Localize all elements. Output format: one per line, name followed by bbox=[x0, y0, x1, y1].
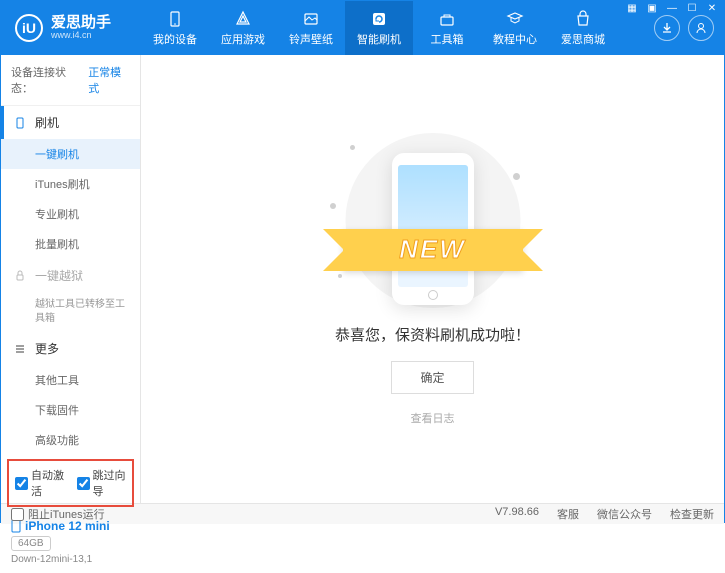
sidebar-item-advanced[interactable]: 高级功能 bbox=[1, 425, 140, 455]
refresh-icon bbox=[370, 10, 388, 28]
device-meta: Down-12mini-13,1 bbox=[11, 554, 130, 565]
sidebar-item-batch-flash[interactable]: 批量刷机 bbox=[1, 229, 140, 259]
view-log-link[interactable]: 查看日志 bbox=[411, 410, 455, 426]
device-status: 设备连接状态： 正常模式 bbox=[1, 55, 140, 106]
tutorial-icon bbox=[506, 10, 524, 28]
nav-ringtones[interactable]: 铃声壁纸 bbox=[277, 1, 345, 55]
sidebar-item-oneclick-flash[interactable]: 一键刷机 bbox=[1, 139, 140, 169]
store-icon bbox=[574, 10, 592, 28]
wechat-link[interactable]: 微信公众号 bbox=[597, 506, 652, 522]
user-button[interactable] bbox=[688, 15, 714, 41]
window-controls: ▦ ▣ — ☐ ✕ bbox=[625, 2, 719, 14]
skin-icon[interactable]: ▣ bbox=[645, 2, 659, 14]
sidebar-item-pro-flash[interactable]: 专业刷机 bbox=[1, 199, 140, 229]
nav-apps[interactable]: 应用游戏 bbox=[209, 1, 277, 55]
sidebar-item-other-tools[interactable]: 其他工具 bbox=[1, 365, 140, 395]
sidebar-section-flash[interactable]: 刷机 bbox=[1, 106, 140, 139]
nav-toolbox[interactable]: 工具箱 bbox=[413, 1, 481, 55]
checkbox-row: 自动激活 跳过向导 bbox=[7, 459, 134, 507]
checkbox-auto-activate[interactable]: 自动激活 bbox=[15, 467, 65, 499]
sidebar-item-itunes-flash[interactable]: iTunes刷机 bbox=[1, 169, 140, 199]
success-message: 恭喜您，保资料刷机成功啦！ bbox=[335, 324, 530, 345]
success-illustration: NEW bbox=[328, 133, 538, 308]
app-url: www.i4.cn bbox=[51, 31, 111, 41]
support-link[interactable]: 客服 bbox=[557, 506, 579, 522]
jailbreak-note: 越狱工具已转移至工具箱 bbox=[1, 292, 140, 332]
lock-icon bbox=[13, 269, 27, 283]
maximize-icon[interactable]: ☐ bbox=[685, 2, 699, 14]
checkbox-block-itunes[interactable]: 阻止iTunes运行 bbox=[11, 506, 105, 522]
checkbox-skip-guide[interactable]: 跳过向导 bbox=[77, 467, 127, 499]
check-update-link[interactable]: 检查更新 bbox=[670, 506, 714, 522]
main-content: NEW 恭喜您，保资料刷机成功啦！ 确定 查看日志 bbox=[141, 55, 724, 503]
nav-tutorial[interactable]: 教程中心 bbox=[481, 1, 549, 55]
nav-store[interactable]: 爱思商城 bbox=[549, 1, 617, 55]
app-title: 爱思助手 bbox=[51, 15, 111, 32]
nav-my-device[interactable]: 我的设备 bbox=[141, 1, 209, 55]
more-icon bbox=[13, 342, 27, 356]
menu-icon[interactable]: ▦ bbox=[625, 2, 639, 14]
toolbox-icon bbox=[438, 10, 456, 28]
main-nav: 我的设备 应用游戏 铃声壁纸 智能刷机 工具箱 教程中心 爱思商城 bbox=[141, 1, 654, 55]
logo-area: iU 爱思助手 www.i4.cn bbox=[1, 1, 141, 55]
device-icon bbox=[166, 10, 184, 28]
storage-badge: 64GB bbox=[11, 536, 51, 551]
apps-icon bbox=[234, 10, 252, 28]
ribbon-text: NEW bbox=[399, 234, 466, 265]
version-label: V7.98.66 bbox=[495, 506, 539, 522]
sidebar: 设备连接状态： 正常模式 刷机 一键刷机 iTunes刷机 专业刷机 批量刷机 … bbox=[1, 55, 141, 503]
logo-icon: iU bbox=[15, 14, 43, 42]
download-button[interactable] bbox=[654, 15, 680, 41]
minimize-icon[interactable]: — bbox=[665, 2, 679, 14]
close-icon[interactable]: ✕ bbox=[705, 2, 719, 14]
app-header: ▦ ▣ — ☐ ✕ iU 爱思助手 www.i4.cn 我的设备 应用游戏 铃声… bbox=[1, 1, 724, 55]
nav-flash[interactable]: 智能刷机 bbox=[345, 1, 413, 55]
phone-icon bbox=[13, 116, 27, 130]
sidebar-item-download-fw[interactable]: 下载固件 bbox=[1, 395, 140, 425]
wallpaper-icon bbox=[302, 10, 320, 28]
sidebar-section-more[interactable]: 更多 bbox=[1, 332, 140, 365]
sidebar-section-jailbreak: 一键越狱 bbox=[1, 259, 140, 292]
ok-button[interactable]: 确定 bbox=[391, 361, 473, 394]
